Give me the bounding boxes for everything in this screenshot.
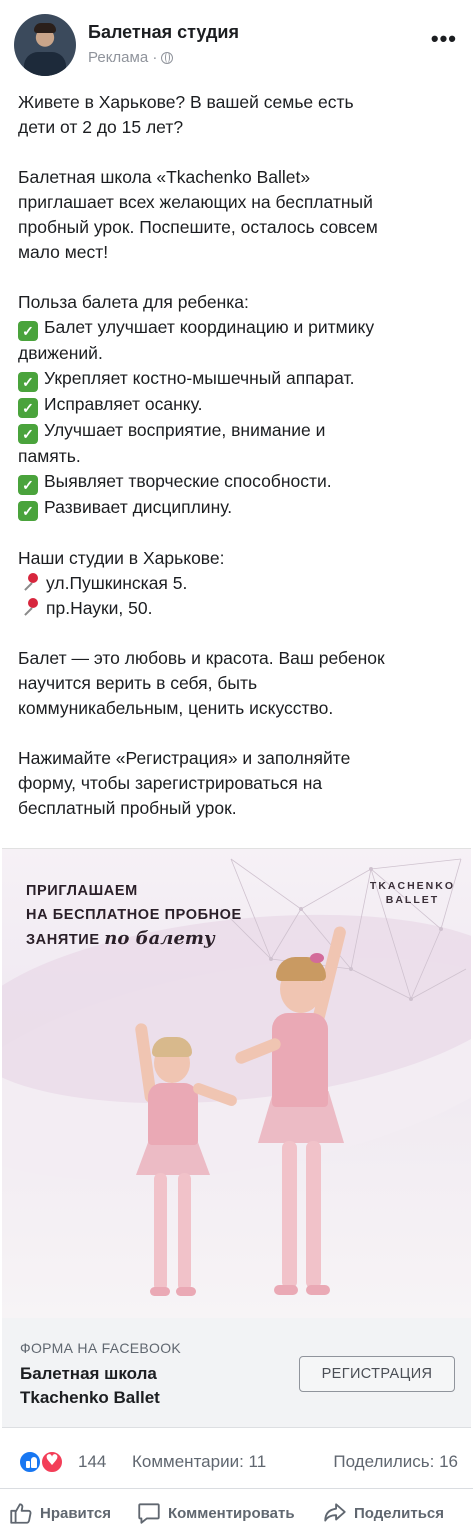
check-mark-icon: ✓: [18, 398, 38, 418]
benefit-item-continued: память.: [18, 446, 81, 466]
like-reaction-icon: [18, 1450, 42, 1474]
benefit-text: Балет улучшает координацию и ритмику: [44, 317, 375, 337]
benefit-text: Развивает дисциплину.: [44, 497, 233, 517]
like-label: Нравится: [40, 1504, 112, 1522]
check-mark-icon: ✓: [18, 475, 38, 495]
tkachenko-ballet-logo: TKACHENKO BALLET: [370, 879, 455, 907]
promo-line: ПРИГЛАШАЕМ: [26, 883, 138, 899]
pushpin-icon: [18, 572, 40, 592]
thumbs-up-icon: [10, 1503, 32, 1524]
love-reaction-icon: [40, 1450, 64, 1474]
promo-line: НА БЕСПЛАТНОЕ ПРОБНОЕ: [26, 907, 242, 923]
ad-headline-line: Tkachenko Ballet: [20, 1388, 160, 1407]
ad-image[interactable]: ПРИГЛАШАЕМ НА БЕСПЛАТНОЕ ПРОБНОЕ ЗАНЯТИЕ…: [2, 848, 471, 1318]
avatar-shirt: [24, 52, 66, 76]
reactions-count[interactable]: 144: [78, 1452, 106, 1472]
benefits-title: Польза балета для ребенка:: [18, 292, 249, 312]
closing-line: Балет — это любовь и красота. Ваш ребено…: [18, 648, 385, 668]
studio-address-text: ул.Пушкинская 5.: [46, 573, 188, 593]
ad-headline: Балетная школа Tkachenko Ballet: [20, 1362, 270, 1410]
more-options-button[interactable]: •••: [431, 26, 457, 52]
post-line: Балетная школа «Tkachenko Ballet»: [18, 167, 311, 187]
promo-script-text: по балету: [104, 928, 215, 949]
studio-address-text: пр.Науки, 50.: [46, 598, 153, 618]
globe-icon: [161, 51, 174, 64]
post-line: пробный урок. Поспешите, осталось совсем: [18, 217, 378, 237]
benefit-text: Исправляет осанку.: [44, 394, 203, 414]
logo-line: BALLET: [385, 894, 440, 906]
benefit-item: ✓ Развивает дисциплину.: [18, 495, 458, 521]
reactions-bar: 144 Комментарии: 11 Поделились: 16: [18, 1448, 458, 1478]
ad-link-footer[interactable]: ФОРМА НА FACEBOOK Балетная школа Tkachen…: [2, 1318, 471, 1428]
promo-line: ЗАНЯТИЕ по балету: [26, 927, 242, 952]
cta-text-line: бесплатный пробный урок.: [18, 798, 237, 818]
studio-address: пр.Науки, 50.: [18, 596, 458, 621]
share-arrow-icon: [324, 1503, 346, 1522]
post-line: дети от 2 до 15 лет?: [18, 117, 184, 137]
check-mark-icon: ✓: [18, 372, 38, 392]
ad-kicker: ФОРМА НА FACEBOOK: [20, 1340, 182, 1356]
sponsored-text: Реклама ·: [88, 49, 158, 66]
cta-text-line: форму, чтобы зарегистрироваться на: [18, 773, 323, 793]
comments-count[interactable]: Комментарии: 11: [132, 1452, 266, 1472]
pushpin-icon: [18, 597, 40, 617]
reaction-icons[interactable]: [18, 1450, 74, 1474]
post-line: Живете в Харькове? В вашей семье есть: [18, 92, 354, 112]
benefit-text: Выявляет творческие способности.: [44, 471, 332, 491]
benefit-item: ✓ Балет улучшает координацию и ритмику: [18, 315, 458, 341]
avatar-hair: [34, 23, 56, 33]
benefit-item: ✓ Укрепляет костно-мышечный аппарат.: [18, 366, 458, 392]
like-button[interactable]: Нравится: [8, 1499, 111, 1527]
check-mark-icon: ✓: [18, 501, 38, 521]
comment-bubble-icon: [138, 1503, 160, 1524]
page-name-link[interactable]: Балетная студия: [88, 22, 239, 43]
post-action-bar: Нравится Комментировать Поделиться: [0, 1488, 473, 1536]
shares-count[interactable]: Поделились: 16: [333, 1452, 458, 1472]
comment-label: Комментировать: [168, 1504, 295, 1522]
promo-headline: ПРИГЛАШАЕМ НА БЕСПЛАТНОЕ ПРОБНОЕ ЗАНЯТИЕ…: [26, 879, 242, 952]
ad-headline-line: Балетная школа: [20, 1364, 157, 1383]
check-mark-icon: ✓: [18, 424, 38, 444]
check-mark-icon: ✓: [18, 321, 38, 341]
post-text: Живете в Харькове? В вашей семье есть де…: [18, 90, 458, 821]
closing-line: научится верить в себя, быть: [18, 673, 258, 693]
tall-ballerina-figure: [230, 921, 380, 1311]
benefit-item: ✓ Исправляет осанку.: [18, 392, 458, 418]
small-ballerina-figure: [122, 1017, 242, 1307]
promo-line-text: ЗАНЯТИЕ: [26, 932, 100, 948]
page-avatar[interactable]: [14, 14, 76, 76]
share-button[interactable]: Поделиться: [322, 1499, 444, 1527]
benefit-item-continued: движений.: [18, 343, 103, 363]
benefit-item: ✓ Выявляет творческие способности.: [18, 469, 458, 495]
logo-line: TKACHENKO: [369, 880, 455, 892]
sponsored-label: Реклама ·: [88, 49, 174, 66]
facebook-ad-post: Балетная студия Реклама · ••• Живете в Х…: [0, 0, 473, 1536]
studio-address: ул.Пушкинская 5.: [18, 571, 458, 596]
closing-line: коммуникабельным, ценить искусство.: [18, 698, 334, 718]
share-label: Поделиться: [354, 1504, 445, 1522]
cta-text-line: Нажимайте «Регистрация» и заполняйте: [18, 748, 351, 768]
post-header: Балетная студия Реклама · •••: [0, 0, 473, 82]
comment-button[interactable]: Комментировать: [136, 1499, 295, 1527]
post-line: мало мест!: [18, 242, 109, 262]
studios-title: Наши студии в Харькове:: [18, 548, 225, 568]
register-button[interactable]: РЕГИСТРАЦИЯ: [299, 1356, 455, 1392]
post-line: приглашает всех желающих на бесплатный: [18, 192, 373, 212]
benefit-text: Укрепляет костно-мышечный аппарат.: [44, 368, 355, 388]
benefit-item: ✓ Улучшает восприятие, внимание и: [18, 418, 458, 444]
benefit-text: Улучшает восприятие, внимание и: [44, 420, 326, 440]
